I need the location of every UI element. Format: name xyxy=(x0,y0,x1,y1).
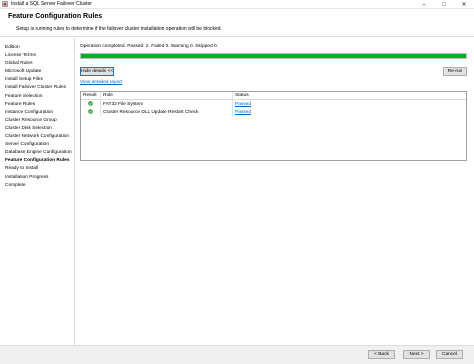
page-description: Setup is running rules to determine if t… xyxy=(16,26,222,32)
progress-bar xyxy=(80,53,467,59)
wizard-footer: < Back Next > Cancel xyxy=(0,345,474,364)
sidebar-item-edition[interactable]: Edition xyxy=(0,44,74,52)
sidebar-item-instance-configuration[interactable]: Instance Configuration xyxy=(0,109,74,117)
window-title: Install a SQL Server Failover Cluster xyxy=(11,1,92,7)
sidebar-item-install-failover-cluster-rules[interactable]: Install Failover Cluster Rules xyxy=(0,84,74,92)
sidebar-item-global-rules[interactable]: Global Rules xyxy=(0,60,74,68)
sql-setup-icon xyxy=(2,1,8,7)
rules-table: Result Rule Status FAT32 File System Pas… xyxy=(80,91,467,161)
progress-fill xyxy=(81,54,466,58)
cancel-button[interactable]: Cancel xyxy=(436,350,463,359)
column-header-status[interactable]: Status xyxy=(232,92,466,99)
sidebar-item-feature-rules[interactable]: Feature Rules xyxy=(0,101,74,109)
sidebar-nav: Edition License Terms Global Rules Micro… xyxy=(0,38,75,345)
sidebar-item-complete[interactable]: Complete xyxy=(0,182,74,190)
close-icon[interactable]: ✕ xyxy=(454,0,474,9)
title-bar: Install a SQL Server Failover Cluster – … xyxy=(0,0,474,9)
sidebar-item-feature-configuration-rules[interactable]: Feature Configuration Rules xyxy=(0,157,74,165)
sidebar-item-feature-selection[interactable]: Feature Selection xyxy=(0,93,74,101)
sidebar-item-install-setup-files[interactable]: Install Setup Files xyxy=(0,76,74,84)
minimize-icon[interactable]: – xyxy=(414,0,434,9)
table-row[interactable]: FAT32 File System Passed xyxy=(81,100,466,108)
view-detailed-report-link[interactable]: View detailed report xyxy=(80,80,122,85)
hide-details-button[interactable]: Hide details << xyxy=(80,67,114,76)
sidebar-item-cluster-network-configuration[interactable]: Cluster Network Configuration xyxy=(0,133,74,141)
next-button[interactable]: Next > xyxy=(403,350,430,359)
check-circle-icon xyxy=(88,108,93,114)
column-header-rule[interactable]: Rule xyxy=(100,92,232,99)
page-title: Feature Configuration Rules xyxy=(8,13,103,20)
main-content: Operation completed. Passed: 2. Failed 0… xyxy=(76,38,474,345)
operation-status: Operation completed. Passed: 2. Failed 0… xyxy=(80,44,218,49)
sidebar-item-cluster-disk-selection[interactable]: Cluster Disk Selection xyxy=(0,125,74,133)
window-controls: – □ ✕ xyxy=(414,0,474,9)
rule-name: FAT32 File System xyxy=(100,100,232,108)
sidebar-item-server-configuration[interactable]: Server Configuration xyxy=(0,141,74,149)
table-row[interactable]: Cluster Resource DLL Update Restart Chec… xyxy=(81,108,466,116)
sidebar-item-cluster-resource-group[interactable]: Cluster Resource Group xyxy=(0,117,74,125)
status-passed-link[interactable]: Passed xyxy=(235,110,251,115)
check-circle-icon xyxy=(88,100,93,106)
sidebar-item-database-engine-configuration[interactable]: Database Engine Configuration xyxy=(0,149,74,157)
sidebar-item-microsoft-update[interactable]: Microsoft Update xyxy=(0,68,74,76)
rule-name: Cluster Resource DLL Update Restart Chec… xyxy=(100,108,232,116)
rerun-button[interactable]: Re-run xyxy=(443,67,467,76)
column-header-result[interactable]: Result xyxy=(81,93,100,98)
sidebar-item-license-terms[interactable]: License Terms xyxy=(0,52,74,60)
sidebar-item-installation-progress[interactable]: Installation Progress xyxy=(0,174,74,182)
maximize-icon[interactable]: □ xyxy=(434,0,454,9)
page-header: Feature Configuration Rules Setup is run… xyxy=(0,9,474,37)
table-header: Result Rule Status xyxy=(81,92,466,100)
back-button[interactable]: < Back xyxy=(368,350,395,359)
status-passed-link[interactable]: Passed xyxy=(235,102,251,107)
sidebar-item-ready-to-install[interactable]: Ready to Install xyxy=(0,165,74,173)
